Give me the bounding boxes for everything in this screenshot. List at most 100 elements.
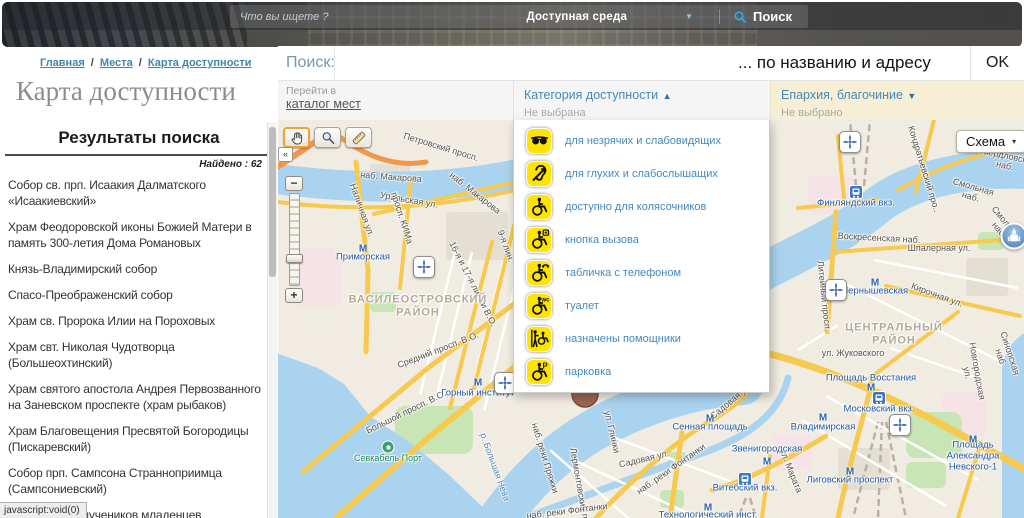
breadcrumb: Главная / Места / Карта доступности: [40, 57, 252, 69]
search-result-item[interactable]: Собор прп. Сампсона Странноприимца (Самп…: [0, 460, 278, 502]
status-bar: javascript:void(0): [0, 502, 87, 518]
church-marker[interactable]: [825, 279, 847, 301]
search-result-item[interactable]: Храм св. Пророка Илии на Пороховых: [0, 308, 278, 334]
search-label: Поиск:: [278, 54, 334, 72]
search-result-item[interactable]: Собор св. прп. Исаакия Далматского «Исаа…: [0, 172, 278, 214]
metro-icon: М: [359, 244, 367, 255]
assistant-icon: [526, 326, 552, 352]
cathedral-landmark-icon[interactable]: [1001, 223, 1024, 250]
search-result-item[interactable]: Храм Феодоровской иконы Божией Матери в …: [0, 214, 278, 256]
category-option[interactable]: назначены помощники: [514, 322, 769, 355]
divider: [719, 9, 720, 24]
map-label-metro: Владимирская: [791, 423, 856, 434]
filter-eparchy[interactable]: Епархия, благочиние ▼ Не выбрано: [770, 81, 1024, 120]
railway-station-icon: [873, 392, 885, 404]
port-poi-icon: [383, 442, 394, 453]
category-options: для незрячих и слабовидящих для глухих и …: [514, 124, 769, 388]
results-count: Найдено : 62: [0, 156, 278, 172]
section-dropdown[interactable]: Доступная среда: [526, 11, 627, 23]
pan-tool-button[interactable]: [283, 127, 310, 148]
category-option-label: для незрячих и слабовидящих: [565, 135, 721, 147]
category-option[interactable]: доступно для колясочников: [514, 190, 769, 223]
category-option[interactable]: для незрячих и слабовидящих: [514, 124, 769, 157]
category-option[interactable]: табличка с телефоном: [514, 256, 769, 289]
zoom-slider-handle[interactable]: [286, 254, 303, 263]
category-option[interactable]: для глухих и слабослышащих: [514, 157, 769, 190]
filter-category-value: Не выбрана: [524, 104, 770, 119]
triangle-up-icon: ▲: [663, 91, 672, 101]
category-option-label: парковка: [565, 366, 611, 378]
blind-icon: [526, 128, 552, 154]
phone-sign-icon: [526, 260, 552, 286]
church-marker[interactable]: [839, 131, 861, 153]
map-label-rail: Финляндский вкз.: [817, 199, 895, 210]
church-marker[interactable]: [889, 414, 911, 436]
site-search-input[interactable]: [230, 11, 520, 23]
category-option[interactable]: wc туалет: [514, 289, 769, 322]
filter-eparchy-value: Не выбрано: [781, 104, 1024, 119]
map-type-label: Схема: [966, 134, 1005, 149]
zoom-select-tool-button[interactable]: [314, 127, 341, 148]
map-search-input[interactable]: [738, 53, 970, 73]
church-marker[interactable]: [413, 256, 435, 278]
results-title: Результаты поиска: [5, 120, 273, 156]
breadcrumb-link[interactable]: Места: [100, 57, 133, 69]
map-type-button[interactable]: Схема ▾: [956, 130, 1024, 153]
category-option-label: назначены помощники: [565, 333, 681, 345]
deaf-icon: [526, 161, 552, 187]
map-toolbar: [283, 127, 372, 148]
ruler-tool-button[interactable]: [345, 127, 372, 148]
metro-icon: М: [969, 435, 977, 446]
filter-category[interactable]: Категория доступности ▲ Не выбрана: [513, 81, 770, 120]
chevron-down-icon[interactable]: ▼: [685, 12, 693, 21]
map-label-district: ЦЕНТРАЛЬНЫЙ РАЙОН: [845, 321, 943, 346]
toilet-icon: wc: [526, 293, 552, 319]
catalog-link[interactable]: Перейти в каталог мест: [278, 81, 513, 120]
search-results-panel: Результаты поиска Найдено : 62 Собор св.…: [0, 120, 278, 518]
metro-icon: М: [474, 378, 482, 389]
search-result-item[interactable]: Храм свт. Николая Чудотворца (Большеохти…: [0, 334, 278, 376]
search-row: Поиск: OK: [278, 46, 1024, 81]
filter-eparchy-label[interactable]: Епархия, благочиние: [781, 88, 903, 102]
metro-icon: М: [871, 278, 879, 289]
search-result-item[interactable]: Спасо-Преображенский собор: [0, 282, 278, 308]
category-option-label: доступно для колясочников: [565, 201, 706, 213]
metro-icon: М: [704, 503, 712, 514]
breadcrumb-link[interactable]: Карта доступности: [148, 57, 252, 69]
search-icon: [733, 10, 747, 24]
filter-category-label[interactable]: Категория доступности: [524, 88, 658, 102]
metro-icon: М: [846, 467, 854, 478]
svg-text:wc: wc: [540, 297, 550, 304]
collapse-panel-button[interactable]: «: [278, 147, 293, 162]
filter-row: Перейти в каталог мест Категория доступн…: [278, 81, 1024, 120]
map-label-district: ВАСИЛЕОСТРОВСКИЙ РАЙОН: [349, 293, 488, 318]
category-option-label: для глухих и слабослышащих: [565, 168, 718, 180]
results-list: Собор св. прп. Исаакия Далматского «Исаа…: [0, 172, 278, 518]
category-option[interactable]: Pпарковка: [514, 355, 769, 388]
call-button-icon: [526, 227, 552, 253]
map-label-metro: Площадь Александра Невского-1: [947, 441, 1000, 474]
top-search-bar: Доступная среда ▼ Поиск: [230, 5, 808, 28]
category-option-label: туалет: [565, 300, 599, 312]
category-option-label: кнопка вызова: [565, 234, 639, 246]
catalog-link-label[interactable]: каталог мест: [286, 97, 513, 111]
catalog-prefix: Перейти в: [286, 85, 513, 97]
page-title: Карта доступности: [16, 76, 236, 107]
zoom-out-button[interactable]: −: [285, 176, 303, 191]
metro-icon: М: [706, 414, 714, 425]
zoom-slider-track[interactable]: [289, 193, 300, 286]
scrollbar-thumb[interactable]: [269, 127, 276, 277]
breadcrumb-link[interactable]: Главная: [40, 57, 85, 69]
site-search-button[interactable]: Поиск: [753, 9, 808, 24]
wheelchair-icon: [526, 194, 552, 220]
ok-button[interactable]: OK: [971, 46, 1024, 80]
zoom-in-button[interactable]: +: [285, 288, 303, 303]
category-option[interactable]: кнопка вызова: [514, 223, 769, 256]
category-dropdown-panel: для незрячих и слабовидящих для глухих и …: [513, 120, 770, 393]
sidebar-scrollbar[interactable]: [267, 122, 277, 518]
search-result-item[interactable]: Храм Благовещения Пресвятой Богородицы (…: [0, 418, 278, 460]
search-result-item[interactable]: Храм святого апостола Андрея Первозванно…: [0, 376, 278, 418]
chevron-down-icon: ▾: [1012, 137, 1016, 146]
railway-station-icon: [850, 186, 862, 198]
search-result-item[interactable]: Князь-Владимирский собор: [0, 256, 278, 282]
